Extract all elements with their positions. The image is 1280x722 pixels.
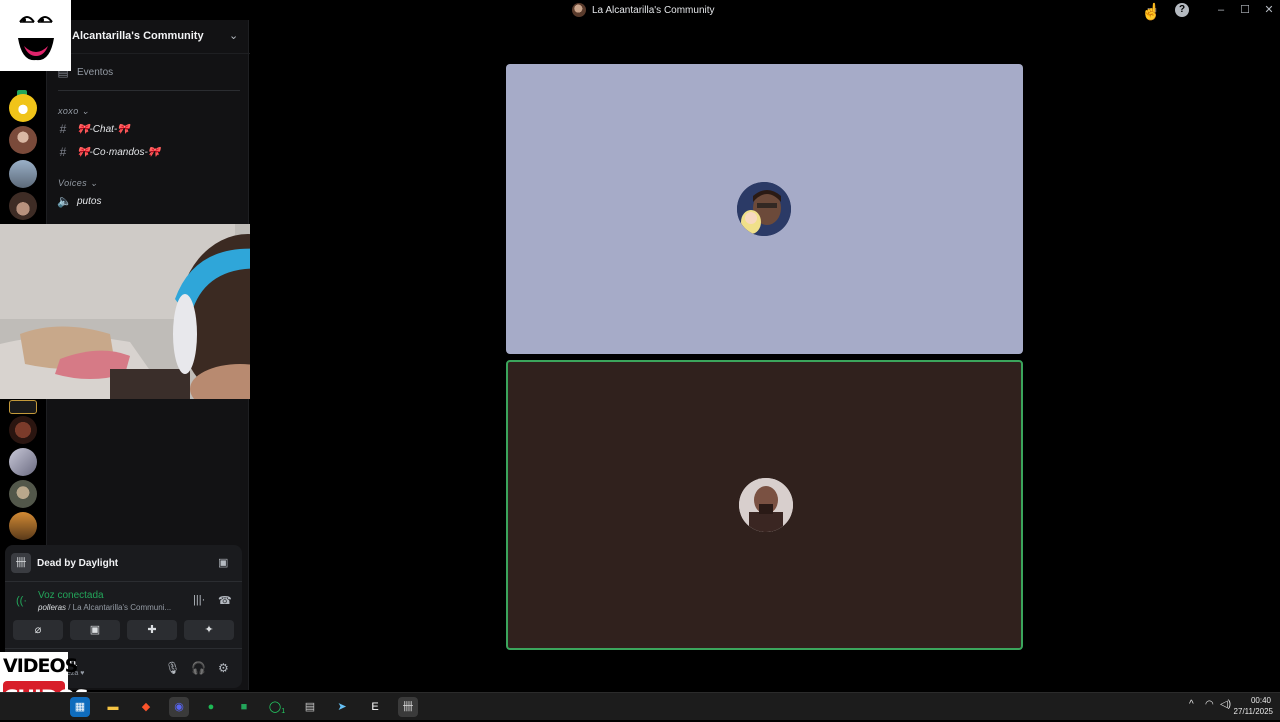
channel-comandos-label: 🎀-Co·mandos-🎀	[77, 147, 160, 158]
troll-face-overlay	[0, 0, 71, 71]
share-screen-button[interactable]: ▣	[70, 620, 120, 640]
participant-tile-speaking[interactable]	[506, 360, 1023, 650]
whatsapp-icon[interactable]: ◯1	[267, 697, 287, 717]
server-icon-character[interactable]	[9, 512, 37, 540]
dead-by-daylight-icon[interactable]: 卌	[398, 697, 418, 717]
clock-time[interactable]: 00:40	[1235, 696, 1271, 705]
voice-stage	[250, 20, 1280, 690]
participant-tile[interactable]	[506, 64, 1023, 354]
voice-channel-label: polleras	[38, 603, 67, 612]
channel-chat-name: -Chat-	[89, 123, 118, 135]
voice-channel-putos[interactable]: 🔈 putos	[57, 192, 101, 210]
help-icon[interactable]: ?	[1175, 3, 1189, 17]
close-button[interactable]: ✕	[1261, 2, 1277, 18]
activities-button[interactable]: ✚	[127, 620, 177, 640]
participant-avatar	[737, 182, 791, 236]
server-icon-laugh[interactable]	[9, 126, 37, 154]
bow-icon: 🎀	[77, 146, 90, 158]
hash-icon: #	[59, 145, 67, 159]
server-icon-logo[interactable]	[9, 400, 37, 414]
mouse-cursor-icon: ☝	[1141, 4, 1161, 21]
brave-browser-icon[interactable]: ◆	[136, 697, 156, 717]
troll-face-icon	[18, 16, 54, 61]
camera-off-button[interactable]: ⌀	[13, 620, 63, 640]
avatar-image	[737, 182, 791, 236]
window-title-group: La Alcantarilla's Community	[572, 3, 715, 17]
soundboard-button[interactable]: ✦	[184, 620, 234, 640]
bow-icon: 🎀	[147, 146, 161, 158]
voice-status[interactable]: Voz conectada	[38, 590, 104, 601]
category-xoxo[interactable]: xoxo ⌄	[58, 106, 89, 117]
server-icon-group[interactable]	[9, 160, 37, 188]
voice-channel-info: polleras / La Alcantarilla's Communi...	[38, 603, 171, 612]
voice-channel-name: putos	[77, 195, 102, 207]
server-name: Alcantarilla's Community	[72, 30, 204, 42]
window-title: La Alcantarilla's Community	[592, 4, 715, 16]
category-voices[interactable]: Voices ⌄	[58, 178, 98, 189]
game-name: Dead by Daylight	[37, 557, 119, 569]
server-icon-brown[interactable]	[9, 416, 37, 444]
app-icon[interactable]: ▤	[300, 697, 320, 717]
server-avatar-icon	[572, 3, 586, 17]
camera-off-icon: ⌀	[34, 624, 42, 636]
screen-share-icon: ▣	[89, 624, 101, 636]
hash-icon: #	[59, 122, 67, 136]
game-activity[interactable]: 卌 Dead by Daylight	[11, 553, 118, 573]
bow-icon: 🎀	[117, 123, 130, 135]
signal-icon[interactable]: ((·	[16, 595, 27, 607]
divider	[5, 648, 242, 649]
spotify-icon[interactable]: ●	[201, 697, 221, 717]
clock-date[interactable]: 27/11/2025	[1233, 707, 1273, 716]
microphone-icon[interactable]: 🎙	[165, 661, 180, 675]
events-label: Eventos	[77, 66, 114, 78]
bow-icon: 🎀	[77, 123, 90, 135]
server-icon-smiley[interactable]	[9, 94, 37, 122]
divider	[58, 90, 240, 91]
game-icon: 卌	[11, 553, 31, 573]
whatsapp-badge: 1	[281, 708, 286, 716]
server-icon-pair[interactable]	[9, 448, 37, 476]
title-bar: La Alcantarilla's Community ▭ ? – ☐ ✕	[0, 0, 1280, 20]
voice-server-label: / La Alcantarilla's Communi...	[66, 603, 172, 612]
discord-ptb-icon[interactable]: ■	[234, 697, 254, 717]
server-icon-dark[interactable]	[9, 192, 37, 220]
maximize-button[interactable]: ☐	[1237, 2, 1253, 18]
epic-games-icon[interactable]: E	[365, 697, 385, 717]
tray-chevron-icon[interactable]: ^	[1189, 699, 1194, 710]
noise-suppression-icon[interactable]: |||·	[193, 594, 205, 606]
volume-icon[interactable]: ◁)	[1220, 699, 1231, 710]
headphones-icon[interactable]: 🎧	[191, 661, 206, 675]
activities-icon: ✚	[147, 624, 157, 636]
file-explorer-icon[interactable]: ▬	[103, 697, 123, 717]
settings-gear-icon[interactable]: ⚙	[218, 661, 229, 675]
channel-comandos-name: -Co·mandos-	[89, 146, 148, 158]
server-header[interactable]: Alcantarilla's Community ⌄	[47, 20, 250, 54]
channel-comandos[interactable]: # 🎀-Co·mandos-🎀	[57, 143, 161, 161]
soundboard-icon: ✦	[204, 624, 214, 636]
participant-avatar	[739, 478, 793, 532]
stream-game-icon[interactable]: ▣	[218, 556, 228, 569]
channel-chat[interactable]: # 🎀-Chat-🎀	[57, 120, 130, 138]
speaker-icon: 🔈	[57, 194, 72, 208]
start-icon[interactable]: ▦	[70, 697, 90, 717]
channel-chat-label: 🎀-Chat-🎀	[77, 124, 130, 135]
avatar-image	[739, 478, 793, 532]
steam-icon[interactable]: ➤	[332, 697, 352, 717]
taskbar: ▦ ▬ ◆ ◉ ● ■ ◯1 ▤ ➤ E 卌 ^ ◠ ◁) 00:40 27/1…	[0, 692, 1280, 720]
divider	[5, 581, 242, 582]
minimize-button[interactable]: –	[1213, 2, 1229, 18]
server-icon-face[interactable]	[9, 480, 37, 508]
disconnect-icon[interactable]: ☎	[218, 594, 232, 607]
logo-line-1: VIDEOS	[3, 655, 78, 677]
discord-icon[interactable]: ◉	[169, 697, 189, 717]
wifi-icon[interactable]: ◠	[1205, 699, 1214, 710]
chevron-down-icon[interactable]: ⌄	[229, 29, 238, 42]
